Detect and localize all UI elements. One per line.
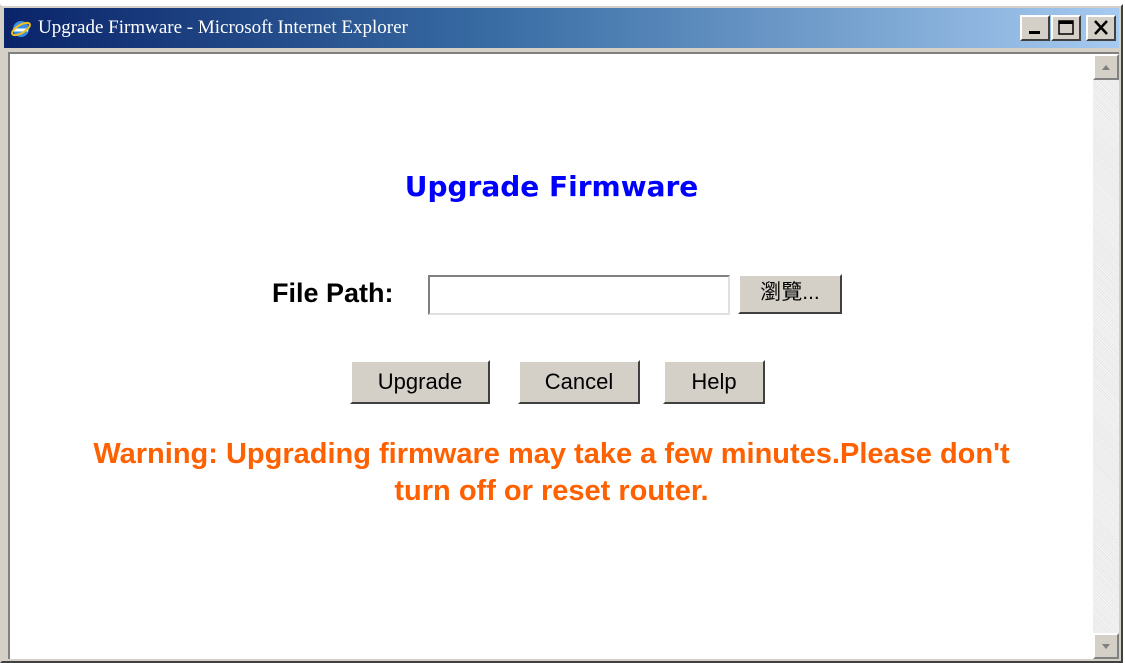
- minimize-button[interactable]: [1020, 15, 1050, 41]
- close-icon: [1094, 20, 1108, 35]
- cancel-button[interactable]: Cancel: [518, 360, 640, 404]
- scroll-down-arrow-icon: [1102, 644, 1110, 649]
- browse-button[interactable]: 瀏覽...: [738, 274, 842, 314]
- scroll-down-button[interactable]: [1093, 633, 1119, 659]
- help-button[interactable]: Help: [663, 360, 765, 404]
- maximize-icon: [1058, 20, 1074, 35]
- scroll-up-button[interactable]: [1093, 54, 1119, 80]
- warning-message: Warning: Upgrading firmware may take a f…: [40, 436, 1063, 510]
- warning-line-1: Warning: Upgrading firmware may take a f…: [93, 438, 1010, 470]
- vertical-scrollbar[interactable]: [1093, 54, 1119, 659]
- page-title: Upgrade Firmware: [404, 170, 699, 203]
- window-title: Upgrade Firmware - Microsoft Internet Ex…: [38, 17, 408, 38]
- browser-window: Upgrade Firmware - Microsoft Internet Ex…: [0, 4, 1123, 663]
- page-content: Upgrade Firmware File Path: 瀏覽... Upgrad…: [8, 52, 1119, 659]
- scroll-up-arrow-icon: [1102, 65, 1110, 70]
- title-bar[interactable]: Upgrade Firmware - Microsoft Internet Ex…: [4, 8, 1119, 48]
- maximize-button[interactable]: [1051, 15, 1081, 41]
- internet-explorer-icon: [10, 17, 32, 39]
- upgrade-button[interactable]: Upgrade: [350, 360, 490, 404]
- file-path-label: File Path:: [272, 278, 394, 308]
- close-button[interactable]: [1086, 15, 1116, 41]
- file-path-input[interactable]: [428, 275, 730, 315]
- warning-line-2: turn off or reset router.: [394, 475, 709, 507]
- minimize-icon: [1029, 31, 1040, 34]
